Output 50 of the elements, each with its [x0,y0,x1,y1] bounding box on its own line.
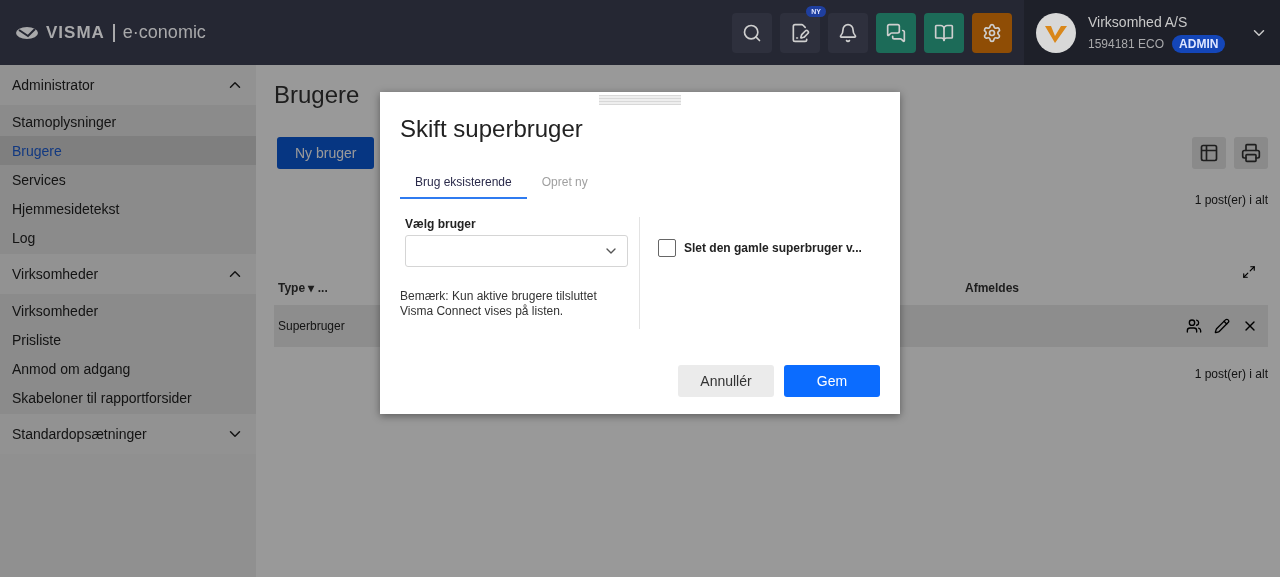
drag-handle[interactable] [599,95,681,105]
column-header[interactable]: Afmeldes [965,281,1020,295]
sidebar-item[interactable]: Brugere [0,136,256,165]
bell-icon [838,22,858,43]
product-name: e·conomic [122,22,206,43]
sidebar-item[interactable]: Anmod om adgang [0,354,256,383]
expand-icon[interactable] [1242,265,1256,279]
sidebar-item[interactable]: Virksomheder [0,296,256,325]
new-user-button[interactable]: Ny bruger [277,137,375,169]
document-button[interactable] [780,12,820,53]
table-cell: Superbruger [278,319,345,333]
sidebar-item[interactable]: Stamoplysninger [0,107,256,136]
chat-icon [886,22,906,43]
save-button[interactable]: Gem [784,365,880,397]
edit-icon[interactable] [1214,318,1230,334]
record-count: 1 post(er) i alt [1194,367,1268,381]
print-button[interactable] [1234,137,1268,169]
checkbox-label: Slet den gamle superbruger v... [684,241,862,255]
book-icon [934,22,954,43]
logo-icon [16,25,38,40]
dialog-title: Skift superbruger [400,115,584,143]
sidebar-item[interactable]: Prisliste [0,325,256,354]
page-title: Brugere [274,81,360,109]
cancel-button[interactable]: Annullér [678,365,774,397]
record-count: 1 post(er) i alt [1194,193,1268,207]
users-icon[interactable] [1186,318,1202,334]
sidebar-item[interactable]: Services [0,165,256,194]
document-icon [790,22,810,43]
search-icon [742,22,762,43]
search-button[interactable] [732,12,772,53]
note-text: Bemærk: Kun aktive brugere tilsluttet Visma Connect vises på listen. [400,289,598,319]
checkbox[interactable] [658,239,676,257]
brand-name: VISMA [46,22,105,43]
printer-icon [1241,143,1261,163]
sidebar-item[interactable]: Log [0,223,256,252]
tab[interactable]: Brug eksisterende [400,167,527,199]
chat-button[interactable] [876,12,916,53]
bell-button[interactable] [828,12,868,53]
settings-icon [982,22,1002,43]
book-button[interactable] [924,12,964,53]
sidebar-item[interactable]: Hjemmesidetekst [0,194,256,223]
company-name: Virksomhed A/S [1088,13,1189,30]
account-number: 1594181 ECO [1088,36,1165,51]
sidebar-item[interactable]: Skabeloner til rapportforsider [0,383,256,412]
table-icon [1199,143,1219,163]
gear-button[interactable] [972,12,1012,53]
table-view-button[interactable] [1192,137,1226,169]
company-avatar [1036,12,1076,53]
role-badge: ADMIN [1172,34,1226,53]
field-label: Vælg bruger [405,217,477,231]
